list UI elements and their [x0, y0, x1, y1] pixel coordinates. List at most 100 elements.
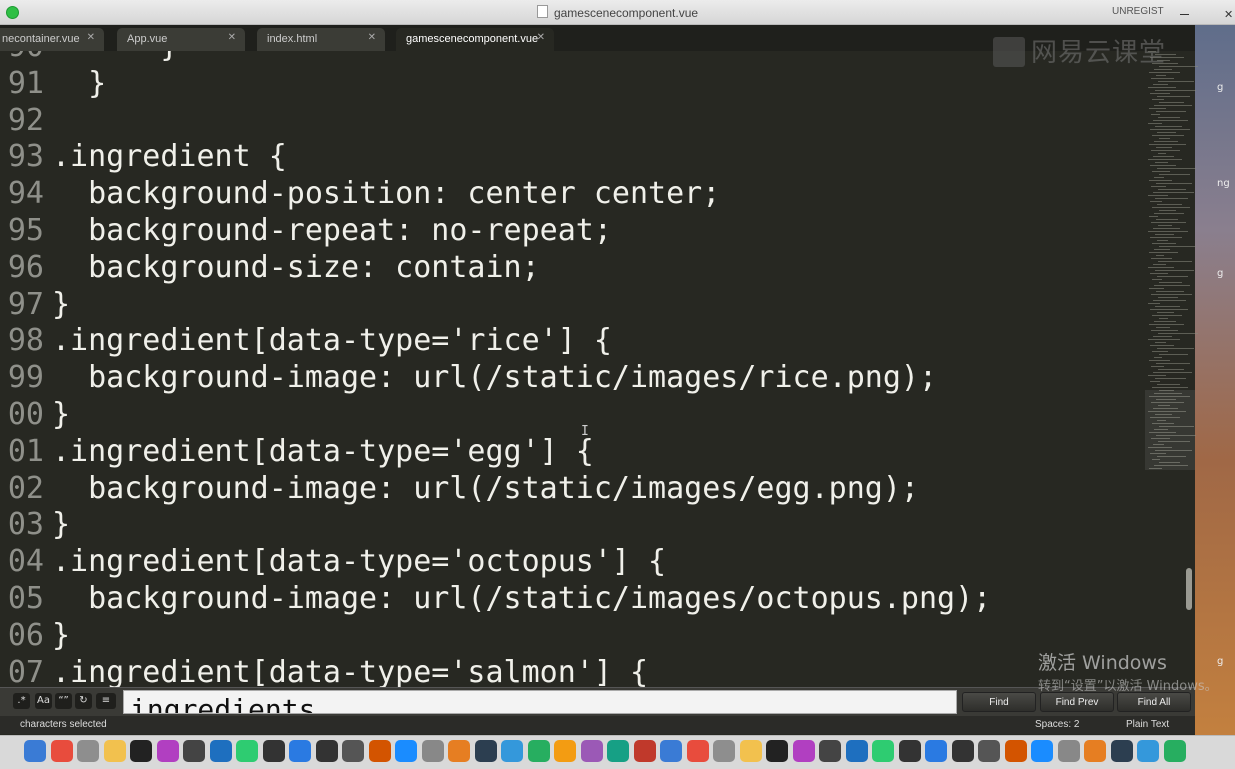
dock-app-icon[interactable] — [527, 740, 550, 762]
minimap-viewport[interactable] — [1145, 390, 1195, 470]
minimap-line — [1148, 195, 1168, 196]
code-line[interactable]: 97} — [0, 287, 1145, 324]
dock-app-icon[interactable] — [156, 740, 179, 762]
code-line[interactable]: 01 .ingredient[data-type='egg'] { — [0, 434, 1145, 471]
tab-gamescenecomponent[interactable]: gamescenecomponent.vue ✕ — [396, 28, 554, 51]
dock-app-icon[interactable] — [978, 740, 1000, 762]
dock-app-icon[interactable] — [1137, 740, 1159, 762]
wrap-icon[interactable]: ↻ — [75, 693, 92, 709]
close-icon[interactable]: ✕ — [87, 32, 95, 43]
dock-app-icon[interactable] — [315, 740, 338, 762]
whole-word-icon[interactable]: “” — [55, 693, 72, 709]
minimap-line — [1148, 159, 1182, 160]
watermark: 网易云课堂 — [993, 32, 1166, 69]
dock-app-icon[interactable] — [1004, 740, 1027, 762]
dock-app-icon[interactable] — [289, 740, 311, 762]
dock-app-icon[interactable] — [24, 740, 46, 762]
code-text: .ingredient[data-type='egg'] { — [52, 433, 594, 469]
dock-app-icon[interactable] — [925, 740, 947, 762]
dock-app-icon[interactable] — [766, 740, 788, 762]
code-line[interactable]: 96 background-size: contain; — [0, 250, 1145, 287]
tab-label: index.html — [267, 33, 318, 45]
minimap-line — [1153, 156, 1174, 157]
dock-app-icon[interactable] — [845, 740, 868, 762]
dock-app-icon[interactable] — [368, 740, 391, 762]
minimap-line — [1153, 336, 1172, 337]
dock-app-icon[interactable] — [580, 740, 603, 762]
find-all-button[interactable]: Find All — [1117, 692, 1191, 712]
dock-app-icon[interactable] — [342, 740, 364, 762]
code-line[interactable]: 94 background-position: center center; — [0, 176, 1145, 213]
tab-index[interactable]: index.html ✕ — [257, 28, 385, 51]
find-prev-button[interactable]: Find Prev — [1040, 692, 1114, 712]
code-line[interactable]: 91 } — [0, 66, 1145, 103]
dock-app-icon[interactable] — [898, 740, 921, 762]
minimap-line — [1150, 93, 1170, 94]
dock-app-icon[interactable] — [1163, 740, 1186, 762]
dock-app-icon[interactable] — [951, 740, 974, 762]
dock-app-icon[interactable] — [77, 740, 99, 762]
dock-app-icon[interactable] — [421, 740, 444, 762]
dock-app-icon[interactable] — [713, 740, 735, 762]
dock-app-icon[interactable] — [633, 740, 656, 762]
dock-app-icon[interactable] — [395, 740, 417, 762]
code-line[interactable]: 07 .ingredient[data-type='salmon'] { — [0, 655, 1145, 687]
dock-app-icon[interactable] — [1110, 740, 1133, 762]
dock-app-icon[interactable] — [209, 740, 232, 762]
case-icon[interactable]: Aa — [35, 693, 52, 709]
code-editor[interactable]: 90 }91 }9293.ingredient {94 background-p… — [0, 51, 1145, 687]
dock-app-icon[interactable] — [103, 740, 126, 762]
desktop-label: g — [1217, 656, 1224, 667]
regex-icon[interactable]: .* — [13, 693, 30, 709]
tab-necontainer[interactable]: necontainer.vue ✕ — [0, 28, 104, 51]
in-selection-icon[interactable]: ≡ — [96, 693, 116, 709]
dock-app-icon[interactable] — [1057, 740, 1080, 762]
code-line[interactable]: 00} — [0, 397, 1145, 434]
dock-app-icon[interactable] — [1031, 740, 1053, 762]
close-icon[interactable]: ✕ — [228, 32, 236, 43]
tab-app[interactable]: App.vue ✕ — [117, 28, 245, 51]
code-line[interactable]: 03} — [0, 507, 1145, 544]
dock-app-icon[interactable] — [448, 740, 470, 762]
dock-app-icon[interactable] — [262, 740, 285, 762]
dock-app-icon[interactable] — [1084, 740, 1106, 762]
code-line[interactable]: 02 background-image: url(/static/images/… — [0, 471, 1145, 508]
dock-app-icon[interactable] — [660, 740, 682, 762]
code-line[interactable]: 05 background-image: url(/static/images/… — [0, 581, 1145, 618]
dock-app-icon[interactable] — [554, 740, 576, 762]
dock-app-icon[interactable] — [50, 740, 73, 762]
dock-app-icon[interactable] — [236, 740, 258, 762]
status-syntax[interactable]: Plain Text — [1126, 719, 1169, 730]
dock-app-icon[interactable] — [872, 740, 894, 762]
minimap-line — [1154, 249, 1170, 250]
scrollbar[interactable] — [1186, 568, 1192, 610]
dock-app-icon[interactable] — [474, 740, 497, 762]
dock-app-icon[interactable] — [792, 740, 815, 762]
code-line[interactable]: 92 — [0, 103, 1145, 140]
code-line[interactable]: 04 .ingredient[data-type='octopus'] { — [0, 544, 1145, 581]
code-line[interactable]: 99 background-image: url(/static/images/… — [0, 360, 1145, 397]
dock-app-icon[interactable] — [686, 740, 709, 762]
dock-app-icon[interactable] — [819, 740, 841, 762]
line-number: 91 — [7, 65, 44, 101]
close-icon[interactable]: ✕ — [537, 32, 545, 43]
minimap-line — [1154, 357, 1162, 358]
minimap-line — [1154, 213, 1184, 214]
minimap-line — [1155, 306, 1180, 307]
dock-app-icon[interactable] — [501, 740, 523, 762]
close-icon[interactable]: ✕ — [368, 32, 376, 43]
dock-app-icon[interactable] — [739, 740, 762, 762]
code-line[interactable]: 98 .ingredient[data-type='rice'] { — [0, 323, 1145, 360]
code-line[interactable]: 95 background-repeat: no-repeat; — [0, 213, 1145, 250]
code-line[interactable]: 06} — [0, 618, 1145, 655]
status-indentation[interactable]: Spaces: 2 — [1035, 719, 1079, 730]
find-button[interactable]: Find — [962, 692, 1036, 712]
dock-app-icon[interactable] — [183, 740, 205, 762]
code-line[interactable]: 93 .ingredient { — [0, 139, 1145, 176]
dock-app-icon[interactable] — [607, 740, 629, 762]
close-window-icon[interactable]: ✕ — [1224, 8, 1233, 21]
minimize-icon[interactable] — [1180, 14, 1189, 15]
code-line[interactable]: 90 } — [0, 51, 1145, 66]
dock-app-icon[interactable] — [130, 740, 152, 762]
find-input[interactable]: ingredients — [123, 690, 957, 714]
